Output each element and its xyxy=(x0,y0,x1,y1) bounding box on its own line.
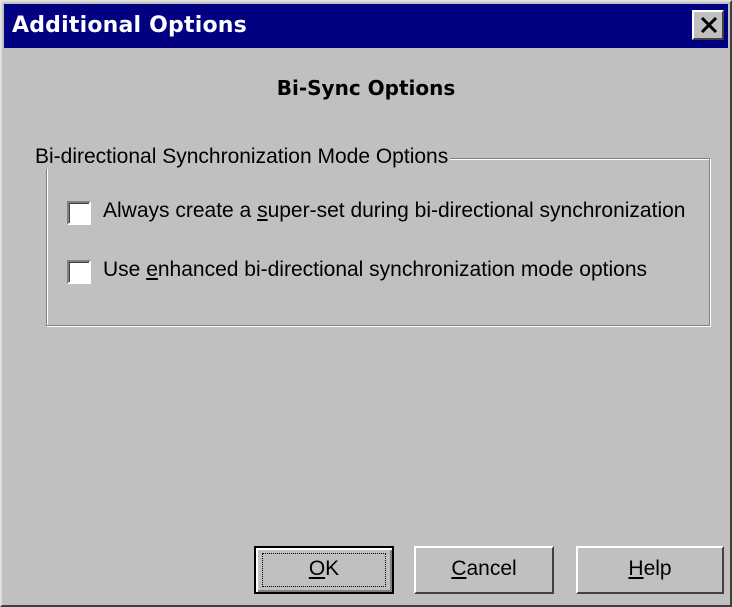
enhanced-mode-label[interactable]: Use enhanced bi-directional synchronizat… xyxy=(103,258,647,282)
title-bar[interactable]: Additional Options xyxy=(4,4,728,48)
ok-button[interactable]: OK xyxy=(254,546,394,594)
groupbox-legend: Bi-directional Synchronization Mode Opti… xyxy=(33,145,451,169)
super-set-label[interactable]: Always create a super-set during bi-dire… xyxy=(103,199,685,223)
sync-mode-groupbox: Bi-directional Synchronization Mode Opti… xyxy=(33,145,710,326)
close-button[interactable] xyxy=(692,10,724,40)
super-set-checkbox[interactable] xyxy=(67,201,91,225)
page-title: Bi-Sync Options xyxy=(276,76,456,100)
focus-ring xyxy=(262,553,386,587)
help-button[interactable]: Help xyxy=(576,546,724,594)
close-icon xyxy=(700,17,718,33)
cancel-button[interactable]: Cancel xyxy=(414,546,554,594)
additional-options-dialog: Additional Options Bi-Sync Options Bi-di… xyxy=(0,0,732,607)
enhanced-mode-checkbox[interactable] xyxy=(67,260,91,284)
window-title: Additional Options xyxy=(12,13,247,38)
